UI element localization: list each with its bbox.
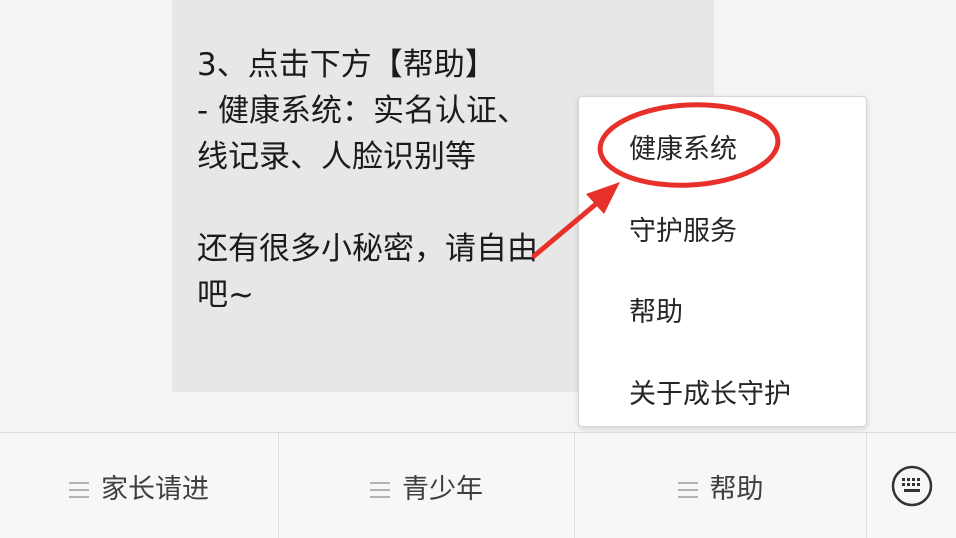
keyboard-icon xyxy=(891,465,932,507)
menu-lines-icon xyxy=(370,482,390,498)
tab-youth[interactable]: 青少年 xyxy=(279,433,575,538)
menu-item-help[interactable]: 帮助 xyxy=(629,290,683,329)
menu-lines-icon xyxy=(677,482,698,498)
menu-lines-icon xyxy=(69,482,89,498)
bottom-tab-bar: 家长请进 青少年 帮助 xyxy=(0,432,956,538)
message-line: 3、点击下方【帮助】 xyxy=(197,47,496,83)
popup-menu: 健康系统 守护服务 帮助 关于成长守护 xyxy=(578,96,867,427)
menu-item-about-growth-guard[interactable]: 关于成长守护 xyxy=(629,372,791,411)
menu-item-guardian-service[interactable]: 守护服务 xyxy=(629,209,737,248)
tab-label: 青少年 xyxy=(402,473,483,505)
tab-label: 家长请进 xyxy=(101,473,209,505)
tab-label: 帮助 xyxy=(709,473,764,505)
keyboard-button[interactable] xyxy=(867,433,956,538)
tab-help[interactable]: 帮助 xyxy=(575,433,867,538)
menu-item-health-system[interactable]: 健康系统 xyxy=(629,127,737,166)
tab-parents[interactable]: 家长请进 xyxy=(0,433,279,538)
